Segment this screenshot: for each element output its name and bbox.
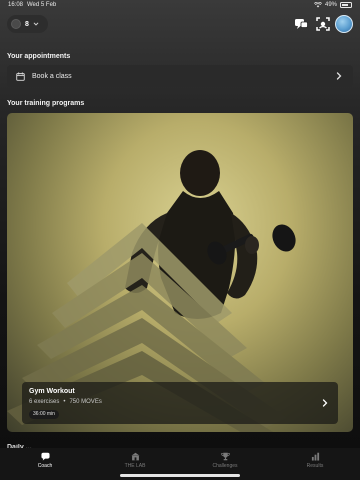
coach-chat-icon — [40, 452, 50, 461]
book-class-label: Book a class — [32, 72, 72, 80]
scan-icon[interactable] — [315, 16, 331, 32]
avatar[interactable] — [335, 15, 353, 33]
home-indicator — [120, 474, 240, 477]
moves-ring-icon — [11, 19, 21, 29]
program-card-info: Gym Workout 6 exercises • 750 MOVEs 36:0… — [22, 382, 338, 424]
status-bar: 16:08 Wed 5 Feb 49% — [0, 0, 360, 12]
nav-coach-label: Coach — [37, 463, 53, 469]
program-card-gym-workout[interactable]: Gym Workout 6 exercises • 750 MOVEs 36:0… — [7, 113, 353, 432]
moves-selector[interactable]: 8 — [7, 15, 48, 33]
meta-separator: • — [63, 399, 66, 405]
program-title: Gym Workout — [29, 388, 75, 395]
chat-icon[interactable] — [293, 16, 309, 32]
nav-the-lab-label: THE LAB — [124, 463, 146, 469]
battery-icon — [340, 2, 352, 8]
wifi-icon — [313, 2, 322, 8]
program-duration-badge: 36:00 min — [29, 410, 59, 419]
moves-value: 8 — [25, 20, 29, 28]
appointments-title: Your appointments — [7, 53, 71, 60]
program-meta: 6 exercises • 750 MOVEs — [29, 399, 102, 405]
status-date: Wed 5 Feb — [27, 2, 57, 8]
status-time: 16:08 — [8, 2, 24, 8]
status-right: 49% — [313, 2, 352, 8]
nav-the-lab[interactable]: THE LAB — [110, 452, 160, 474]
nav-results[interactable]: Results — [290, 452, 340, 474]
program-exercises: 6 exercises — [29, 399, 60, 405]
programs-title: Your training programs — [7, 100, 85, 107]
program-moves: 750 MOVEs — [69, 399, 102, 405]
nav-coach[interactable]: Coach — [20, 452, 70, 474]
chevron-right-icon — [322, 399, 328, 407]
lab-building-icon — [130, 452, 140, 461]
book-class-button[interactable]: Book a class — [7, 65, 353, 87]
nav-results-label: Results — [306, 463, 324, 469]
nav-challenges-label: Challenges — [212, 463, 238, 469]
battery-percent: 49% — [324, 2, 337, 8]
nav-challenges[interactable]: Challenges — [200, 452, 250, 474]
bar-chart-icon — [311, 452, 319, 461]
calendar-icon — [16, 71, 25, 81]
chevron-down-icon — [33, 22, 39, 26]
chevron-right-icon — [336, 72, 342, 80]
trophy-icon — [220, 452, 230, 461]
